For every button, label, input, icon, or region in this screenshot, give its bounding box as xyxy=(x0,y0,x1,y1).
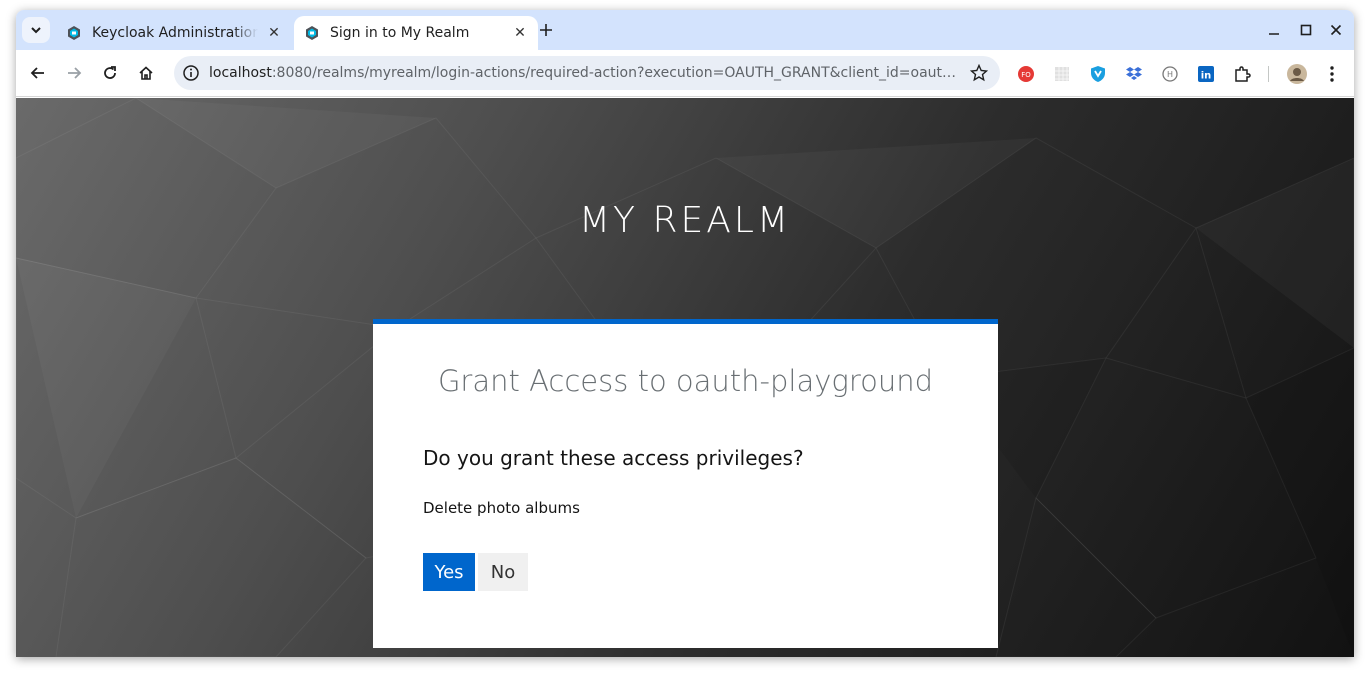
grid-icon xyxy=(1055,67,1069,81)
forward-button[interactable] xyxy=(63,62,85,84)
linkedin-icon: in xyxy=(1198,66,1214,82)
tab-strip: Keycloak Administration ✕ Sign in to My … xyxy=(16,10,1354,50)
maximize-button[interactable] xyxy=(1296,20,1316,40)
linkedin-extension-icon[interactable]: in xyxy=(1196,64,1216,84)
url-path: :8080/realms/myrealm/login-actions/requi… xyxy=(271,65,961,81)
profile-avatar[interactable] xyxy=(1286,63,1308,85)
shield-extension-icon[interactable] xyxy=(1088,64,1108,84)
address-bar[interactable]: localhost:8080/realms/myrealm/login-acti… xyxy=(174,56,1000,90)
tab-title: Keycloak Administration xyxy=(92,25,258,41)
yes-button[interactable]: Yes xyxy=(423,553,475,591)
close-window-button[interactable] xyxy=(1326,20,1346,40)
grid-extension-icon[interactable] xyxy=(1052,64,1072,84)
svg-text:H: H xyxy=(1167,70,1173,79)
chevron-down-icon xyxy=(31,27,41,34)
browser-menu-button[interactable] xyxy=(1322,64,1342,84)
browser-toolbar: localhost:8080/realms/myrealm/login-acti… xyxy=(16,50,1354,97)
url-host: localhost xyxy=(209,65,272,81)
h-extension-icon[interactable]: H xyxy=(1160,64,1180,84)
tab-title: Sign in to My Realm xyxy=(330,25,470,41)
kebab-menu-icon xyxy=(1330,66,1334,82)
arrow-left-icon xyxy=(30,67,44,79)
tab-search-button[interactable] xyxy=(22,17,50,43)
reload-icon xyxy=(104,66,116,79)
dropbox-extension-icon[interactable] xyxy=(1124,64,1144,84)
realm-title: MY REALM xyxy=(579,200,791,241)
page-content: MY REALM Grant Access to oauth-playgroun… xyxy=(16,98,1354,657)
close-tab-icon[interactable]: ✕ xyxy=(264,23,284,43)
minimize-icon xyxy=(1269,33,1279,35)
minimize-button[interactable] xyxy=(1264,20,1284,40)
puzzle-extension-icon[interactable] xyxy=(1232,64,1252,84)
home-icon xyxy=(139,66,153,80)
avatar-icon xyxy=(1287,64,1307,84)
bookmark-star-icon[interactable] xyxy=(970,64,988,82)
site-info-icon[interactable] xyxy=(182,64,200,82)
close-icon xyxy=(1330,24,1342,36)
reload-button[interactable] xyxy=(99,62,121,84)
tab-sign-in[interactable]: Sign in to My Realm ✕ xyxy=(294,16,538,50)
scope-item: Delete photo albums xyxy=(423,499,580,517)
tab-keycloak-administration[interactable]: Keycloak Administration ✕ xyxy=(56,16,292,50)
svg-text:in: in xyxy=(1201,71,1212,82)
h-circle-icon: H xyxy=(1162,66,1178,82)
fo-badge-icon: FO xyxy=(1018,66,1034,82)
arrow-right-icon xyxy=(68,67,82,79)
browser-window: Keycloak Administration ✕ Sign in to My … xyxy=(16,10,1354,657)
fo-extension-icon[interactable]: FO xyxy=(1016,64,1036,84)
keycloak-favicon-icon xyxy=(68,26,80,40)
no-button[interactable]: No xyxy=(478,553,528,591)
dropbox-icon xyxy=(1126,67,1142,80)
grant-question: Do you grant these access privileges? xyxy=(423,446,804,470)
home-button[interactable] xyxy=(135,62,157,84)
grant-access-card: Grant Access to oauth-playground Do you … xyxy=(373,319,998,648)
back-button[interactable] xyxy=(27,62,49,84)
shield-icon xyxy=(1091,66,1105,82)
keycloak-favicon-icon xyxy=(306,26,318,40)
card-title: Grant Access to oauth-playground xyxy=(437,364,934,398)
maximize-icon xyxy=(1300,24,1312,36)
url-text: localhost:8080/realms/myrealm/login-acti… xyxy=(209,65,961,81)
plus-icon xyxy=(540,24,552,36)
toolbar-divider xyxy=(1268,66,1269,82)
svg-text:FO: FO xyxy=(1021,71,1031,79)
new-tab-button[interactable] xyxy=(536,20,556,40)
puzzle-icon xyxy=(1235,66,1251,82)
close-tab-icon[interactable]: ✕ xyxy=(510,23,530,43)
